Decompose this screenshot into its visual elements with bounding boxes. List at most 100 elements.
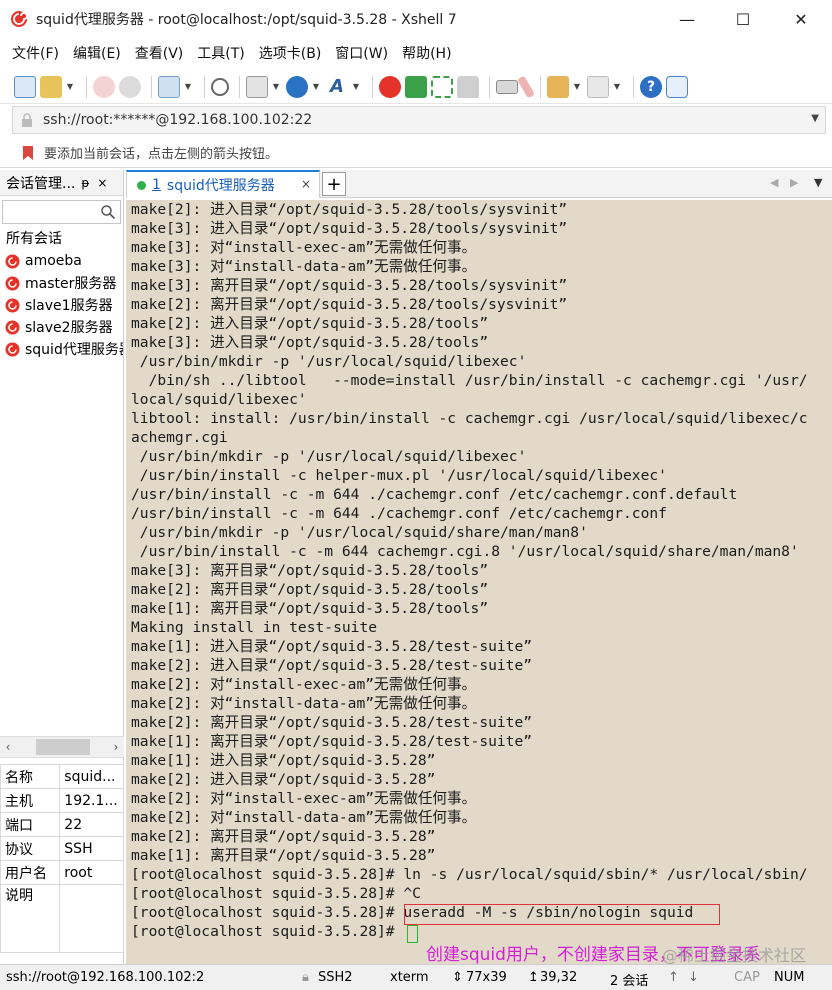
menu-file[interactable]: 文件(F): [12, 43, 59, 63]
window-layout-icon[interactable]: [587, 75, 609, 98]
open-folder-icon[interactable]: [40, 75, 62, 98]
terminal-line: make[1]: 离开目录“/opt/squid-3.5.28/test-sui…: [131, 733, 533, 750]
properties-dropdown-icon[interactable]: ▼: [184, 76, 192, 98]
terminal-line: make[2]: 进入目录“/opt/squid-3.5.28/tools/sy…: [131, 201, 568, 218]
scroll-right-icon[interactable]: ›: [108, 740, 124, 754]
globe-dropdown-icon[interactable]: ▼: [312, 76, 320, 98]
lock-icon: [22, 113, 32, 127]
session-down-icon[interactable]: ↓: [688, 970, 699, 985]
terminal-line: achemgr.cgi: [131, 429, 228, 446]
bookmark-arrow-icon[interactable]: [20, 144, 38, 162]
session-item-squid[interactable]: squid代理服务器: [0, 338, 123, 360]
property-value: 192.1...: [59, 788, 124, 813]
session-up-icon[interactable]: ↑: [668, 970, 679, 985]
address-input[interactable]: ssh://root:******@192.168.100.102:22: [43, 112, 312, 128]
fullscreen-icon[interactable]: [431, 75, 453, 98]
terminal-line: make[3]: 离开目录“/opt/squid-3.5.28/tools/sy…: [131, 277, 568, 294]
disconnect-icon[interactable]: [119, 75, 141, 98]
chat-icon[interactable]: [666, 75, 688, 98]
terminal-line: [root@localhost squid-3.5.28]# ln -s /us…: [131, 866, 808, 883]
property-value: SSH: [59, 836, 124, 861]
reconnect-icon[interactable]: [93, 75, 115, 98]
terminal-line: make[3]: 对“install-data-am”无需做任何事。: [131, 258, 477, 275]
tab-close-icon[interactable]: ×: [301, 177, 311, 191]
terminal-line: local/squid/libexec': [131, 391, 307, 408]
pin-icon[interactable]: ᵽ: [81, 176, 89, 190]
toolbar: ▼ ▼ ▼ ▼ A ▼ ▼ ▼ ?: [0, 70, 832, 104]
tab-next-icon[interactable]: ▶: [790, 176, 798, 189]
scroll-left-icon[interactable]: ‹: [0, 740, 16, 754]
terminal-line: make[1]: 进入目录“/opt/squid-3.5.28”: [131, 752, 436, 769]
status-cursor-pos: 39,32: [540, 970, 578, 985]
address-bar[interactable]: ssh://root:******@192.168.100.102:22 ▼: [12, 106, 826, 134]
help-icon[interactable]: ?: [640, 75, 662, 98]
properties-icon[interactable]: [158, 75, 180, 98]
find-icon[interactable]: [211, 77, 229, 96]
terminal-line: make[2]: 对“install-exec-am”无需做任何事。: [131, 790, 477, 807]
property-key: 用户名: [0, 860, 61, 885]
status-term: xterm: [390, 970, 429, 985]
chevron-down-icon[interactable]: ▼: [811, 113, 819, 124]
session-panel-scrollbar[interactable]: ‹ ›: [0, 736, 124, 758]
session-item-master[interactable]: master服务器: [0, 272, 123, 294]
terminal-cursor: [407, 925, 418, 943]
font-icon[interactable]: A: [326, 76, 348, 98]
table-row: 说明: [0, 884, 124, 953]
terminal-line: make[2]: 对“install-exec-am”无需做任何事。: [131, 676, 477, 693]
lock-status-icon: 🔒︎: [302, 970, 309, 985]
menu-help[interactable]: 帮助(H): [402, 43, 451, 63]
open-dropdown-icon[interactable]: ▼: [66, 76, 74, 98]
tab-squid-session[interactable]: 1 squid代理服务器 ×: [126, 170, 320, 198]
globe-icon[interactable]: [286, 75, 308, 98]
terminal-output[interactable]: make[2]: 进入目录“/opt/squid-3.5.28/tools/sy…: [126, 200, 832, 964]
menu-window[interactable]: 窗口(W): [335, 43, 388, 63]
xftp-icon[interactable]: [405, 75, 427, 98]
session-item-label: amoeba: [25, 253, 82, 269]
session-item-slave2[interactable]: slave2服务器: [0, 316, 123, 338]
session-icon: [5, 342, 20, 356]
close-panel-icon[interactable]: ×: [97, 176, 107, 190]
terminal-line: make[3]: 进入目录“/opt/squid-3.5.28/tools/sy…: [131, 220, 568, 237]
tab-prev-icon[interactable]: ◀: [770, 176, 778, 189]
layout-dropdown-icon[interactable]: ▼: [272, 76, 280, 98]
terminal-line: make[3]: 对“install-exec-am”无需做任何事。: [131, 239, 477, 256]
property-key: 名称: [0, 764, 61, 789]
session-item-amoeba[interactable]: amoeba: [0, 250, 123, 272]
tree-root-all-sessions[interactable]: 所有会话: [0, 228, 123, 250]
window-layout-dropdown-icon[interactable]: ▼: [613, 76, 621, 98]
command-highlight-box: [404, 904, 720, 925]
keyboard-icon[interactable]: [496, 79, 518, 94]
property-value: squid...: [59, 764, 124, 789]
session-item-slave1[interactable]: slave1服务器: [0, 294, 123, 316]
highlight-icon[interactable]: [517, 74, 535, 99]
terminal-line: Making install in test-suite: [131, 619, 378, 636]
property-key: 协议: [0, 836, 61, 861]
status-protocol: SSH2: [318, 970, 353, 985]
menu-tools[interactable]: 工具(T): [197, 43, 244, 63]
resize-icon: ⇕: [452, 970, 463, 985]
tab-strip: 1 squid代理服务器 × + ◀ ▶ ▼: [126, 170, 832, 198]
terminal-line: /usr/bin/install -c helper-mux.pl '/usr/…: [131, 467, 667, 484]
session-search-input[interactable]: [2, 200, 121, 224]
new-tab-button[interactable]: +: [322, 172, 346, 196]
session-item-label: slave1服务器: [25, 298, 113, 314]
maximize-button[interactable]: ☐: [714, 0, 772, 38]
menu-view[interactable]: 查看(V): [135, 43, 184, 63]
scroll-thumb[interactable]: [36, 739, 90, 755]
minimize-button[interactable]: —: [658, 0, 716, 38]
xshell-icon[interactable]: [379, 75, 401, 98]
add-folder-dropdown-icon[interactable]: ▼: [573, 76, 581, 98]
terminal-line: libtool: install: /usr/bin/install -c ca…: [131, 410, 808, 427]
terminal-line: make[2]: 对“install-data-am”无需做任何事。: [131, 695, 477, 712]
font-dropdown-icon[interactable]: ▼: [352, 76, 360, 98]
menu-edit[interactable]: 编辑(E): [73, 43, 121, 63]
lock-icon[interactable]: [457, 75, 479, 98]
menu-tabs[interactable]: 选项卡(B): [259, 43, 322, 63]
terminal-line: /usr/bin/mkdir -p '/usr/local/squid/shar…: [131, 524, 588, 541]
close-button[interactable]: ✕: [772, 0, 830, 38]
terminal-line: /usr/bin/install -c -m 644 ./cachemgr.co…: [131, 486, 738, 503]
layout-icon[interactable]: [246, 75, 268, 98]
tab-list-icon[interactable]: ▼: [814, 176, 822, 189]
add-folder-icon[interactable]: [547, 75, 569, 98]
new-session-icon[interactable]: [14, 75, 36, 98]
